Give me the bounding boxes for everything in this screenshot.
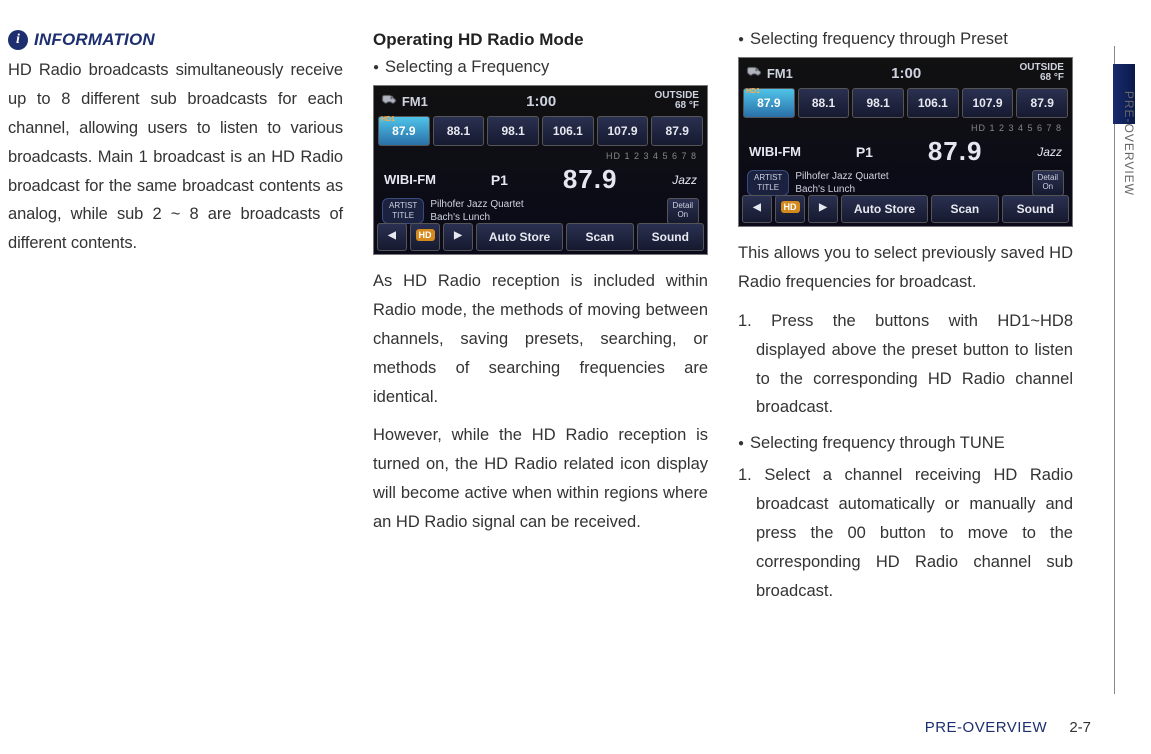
preset-3[interactable]: 98.1 (487, 116, 539, 146)
page-content: i INFORMATION HD Radio broadcasts simult… (0, 0, 1151, 690)
page-footer: PRE-OVERVIEW 2-7 (925, 719, 1091, 736)
hd-button[interactable]: HD (775, 195, 805, 223)
radio-screenshot-1: ⛟ FM1 1:00 OUTSIDE68 °F HD187.9 88.1 98.1… (373, 85, 708, 255)
radio-time: 1:00 (891, 65, 921, 82)
radio-band: FM1 (767, 66, 793, 81)
radio-temp: OUTSIDE68 °F (1020, 63, 1064, 83)
side-tab-label: PRE-OVERVIEW (1122, 91, 1136, 196)
column-1: i INFORMATION HD Radio broadcasts simult… (8, 30, 343, 680)
prev-button[interactable]: ◀ (742, 195, 772, 223)
preset-4[interactable]: 106.1 (907, 88, 959, 118)
info-body-text: HD Radio broadcasts simultaneously recei… (8, 56, 343, 258)
preset-3[interactable]: 98.1 (852, 88, 904, 118)
next-button[interactable]: ▶ (808, 195, 838, 223)
frequency-display: 87.9 (563, 164, 618, 195)
preset-row: HD187.9 88.1 98.1 106.1 107.9 87.9 (374, 114, 707, 148)
station-name: WIBI-FM (384, 172, 436, 187)
bullet-dot-icon: ● (738, 35, 744, 45)
genre-label: Jazz (672, 173, 697, 187)
scan-button[interactable]: Scan (566, 223, 633, 251)
bullet-preset: ● Selecting frequency through Preset (738, 30, 1073, 49)
info-heading: i INFORMATION (8, 30, 343, 50)
preset-2[interactable]: 88.1 (433, 116, 485, 146)
col2-paragraph-1: As HD Radio reception is included within… (373, 267, 708, 411)
column-2: Operating HD Radio Mode ● Selecting a Fr… (373, 30, 708, 680)
frequency-display: 87.9 (928, 136, 983, 167)
preset-4[interactable]: 106.1 (542, 116, 594, 146)
bullet-tune: ● Selecting frequency through TUNE (738, 434, 1073, 453)
hd-channel-row: HD 1 2 3 4 5 6 7 8 (739, 120, 1072, 136)
radio-temp: OUTSIDE68 °F (655, 91, 699, 111)
section-heading: Operating HD Radio Mode (373, 30, 708, 50)
footer-page-number: 2-7 (1069, 719, 1091, 736)
scan-button[interactable]: Scan (931, 195, 998, 223)
bullet-dot-icon: ● (738, 439, 744, 449)
footer-section: PRE-OVERVIEW (925, 719, 1047, 736)
side-tab: PRE-OVERVIEW (1113, 46, 1151, 694)
preset-1[interactable]: HD187.9 (378, 116, 430, 146)
gps-icon: ⛟ (382, 94, 397, 108)
col2-paragraph-2: However, while the HD Radio reception is… (373, 421, 708, 537)
preset-5[interactable]: 107.9 (962, 88, 1014, 118)
preset-number: P1 (856, 144, 873, 160)
sound-button[interactable]: Sound (637, 223, 704, 251)
bullet-label: Selecting frequency through TUNE (750, 434, 1005, 453)
preset-5[interactable]: 107.9 (597, 116, 649, 146)
sound-button[interactable]: Sound (1002, 195, 1069, 223)
column-3: ● Selecting frequency through Preset ⛟ FM… (738, 30, 1073, 680)
genre-label: Jazz (1037, 145, 1062, 159)
col3-paragraph-1: This allows you to select previously sav… (738, 239, 1073, 297)
col3-step-1: 1. Press the buttons with HD1~HD8 displa… (738, 307, 1073, 423)
bullet-label: Selecting a Frequency (385, 58, 549, 77)
hd-channel-row: HD 1 2 3 4 5 6 7 8 (374, 148, 707, 164)
auto-store-button[interactable]: Auto Store (841, 195, 928, 223)
radio-time: 1:00 (526, 93, 556, 110)
radio-band: FM1 (402, 94, 428, 109)
preset-6[interactable]: 87.9 (651, 116, 703, 146)
info-icon: i (8, 30, 28, 50)
preset-2[interactable]: 88.1 (798, 88, 850, 118)
next-button[interactable]: ▶ (443, 223, 473, 251)
auto-store-button[interactable]: Auto Store (476, 223, 563, 251)
bullet-dot-icon: ● (373, 63, 379, 73)
bullet-selecting-frequency: ● Selecting a Frequency (373, 58, 708, 77)
bullet-label: Selecting frequency through Preset (750, 30, 1008, 49)
side-divider (1114, 46, 1115, 694)
preset-6[interactable]: 87.9 (1016, 88, 1068, 118)
info-label: INFORMATION (34, 30, 155, 50)
prev-button[interactable]: ◀ (377, 223, 407, 251)
station-name: WIBI-FM (749, 144, 801, 159)
col3-step-2: 1. Select a channel receiving HD Radio b… (738, 461, 1073, 605)
gps-icon: ⛟ (747, 66, 762, 80)
preset-1[interactable]: HD187.9 (743, 88, 795, 118)
preset-row: HD187.9 88.1 98.1 106.1 107.9 87.9 (739, 86, 1072, 120)
hd-button[interactable]: HD (410, 223, 440, 251)
preset-number: P1 (491, 172, 508, 188)
radio-screenshot-2: ⛟ FM1 1:00 OUTSIDE68 °F HD187.9 88.1 98.1… (738, 57, 1073, 227)
